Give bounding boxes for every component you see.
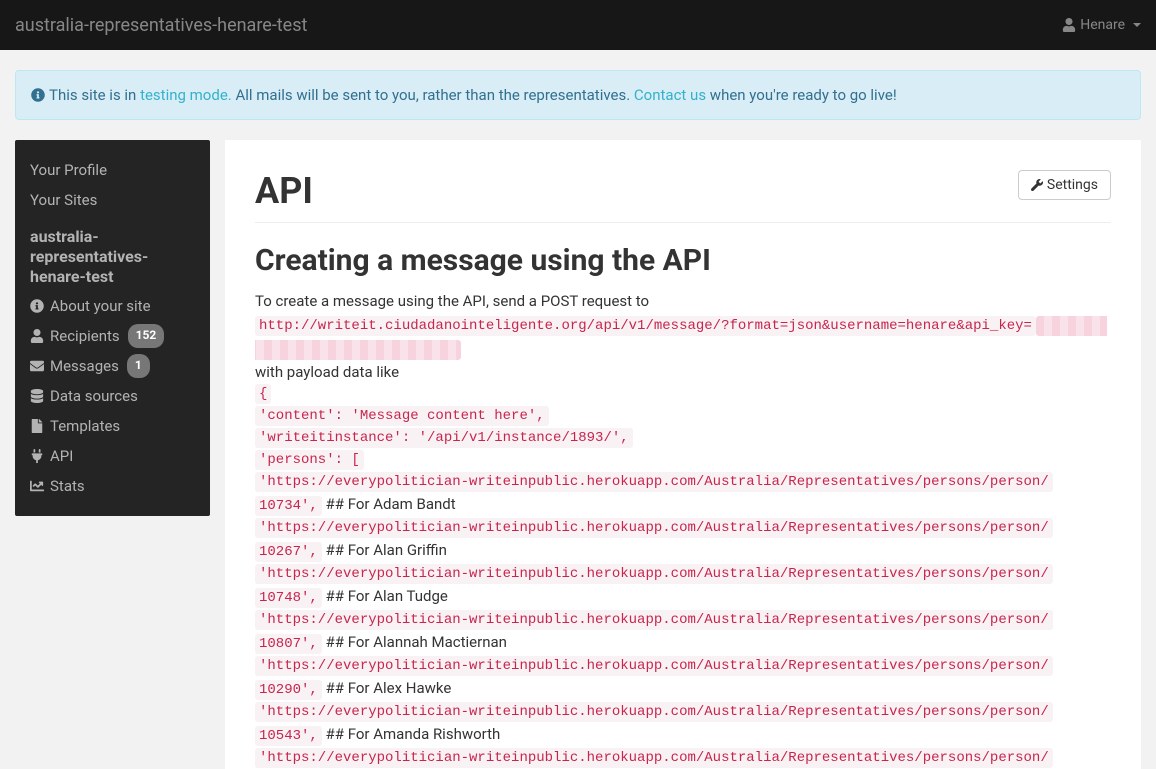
page-title: API (255, 170, 313, 212)
sidebar-item-api[interactable]: API (30, 444, 195, 468)
info-icon (30, 299, 44, 313)
sidebar-item-templates[interactable]: Templates (30, 414, 195, 438)
database-icon (30, 389, 44, 403)
file-icon (30, 419, 44, 433)
envelope-icon (30, 359, 44, 373)
sidebar-item-profile[interactable]: Your Profile (30, 158, 195, 182)
navbar-brand[interactable]: australia-representatives-henare-test (15, 15, 307, 36)
wrench-icon (1031, 179, 1043, 191)
contact-us-link[interactable]: Contact us (634, 86, 706, 104)
sidebar-item-sites[interactable]: Your Sites (30, 188, 195, 212)
sidebar-item-stats[interactable]: Stats (30, 474, 195, 498)
payload-code: { 'content': 'Message content here', 'wr… (255, 383, 1111, 769)
user-menu[interactable]: Henare (1062, 17, 1141, 33)
user-icon (30, 329, 44, 343)
messages-badge: 1 (127, 354, 150, 377)
caret-down-icon (1133, 23, 1141, 27)
sidebar-item-about[interactable]: About your site (30, 294, 195, 318)
plug-icon (30, 449, 44, 463)
recipients-badge: 152 (128, 324, 165, 347)
endpoint-line: http://writeit.ciudadanointeligente.org/… (255, 313, 1111, 361)
sidebar: Your Profile Your Sites australia-repres… (15, 140, 210, 516)
sidebar-item-messages[interactable]: Messages1 (30, 354, 195, 378)
sidebar-item-recipients[interactable]: Recipients152 (30, 324, 195, 348)
testing-mode-alert: This site is in testing mode. All mails … (15, 70, 1141, 120)
main-content: API Settings Creating a message using th… (225, 140, 1141, 769)
intro-text: To create a message using the API, send … (255, 290, 1111, 313)
user-icon (1062, 18, 1076, 32)
sidebar-item-data-sources[interactable]: Data sources (30, 384, 195, 408)
testing-mode-link[interactable]: testing mode. (140, 86, 232, 104)
payload-intro: with payload data like (255, 361, 1111, 384)
chart-icon (30, 479, 44, 493)
section-title: Creating a message using the API (255, 243, 1111, 278)
info-icon (31, 88, 45, 102)
navbar: australia-representatives-henare-test He… (0, 0, 1156, 50)
sidebar-site-heading: australia-representatives-henare-test (15, 215, 210, 291)
settings-button[interactable]: Settings (1018, 170, 1111, 200)
endpoint-url: http://writeit.ciudadanointeligente.org/… (255, 316, 1036, 336)
